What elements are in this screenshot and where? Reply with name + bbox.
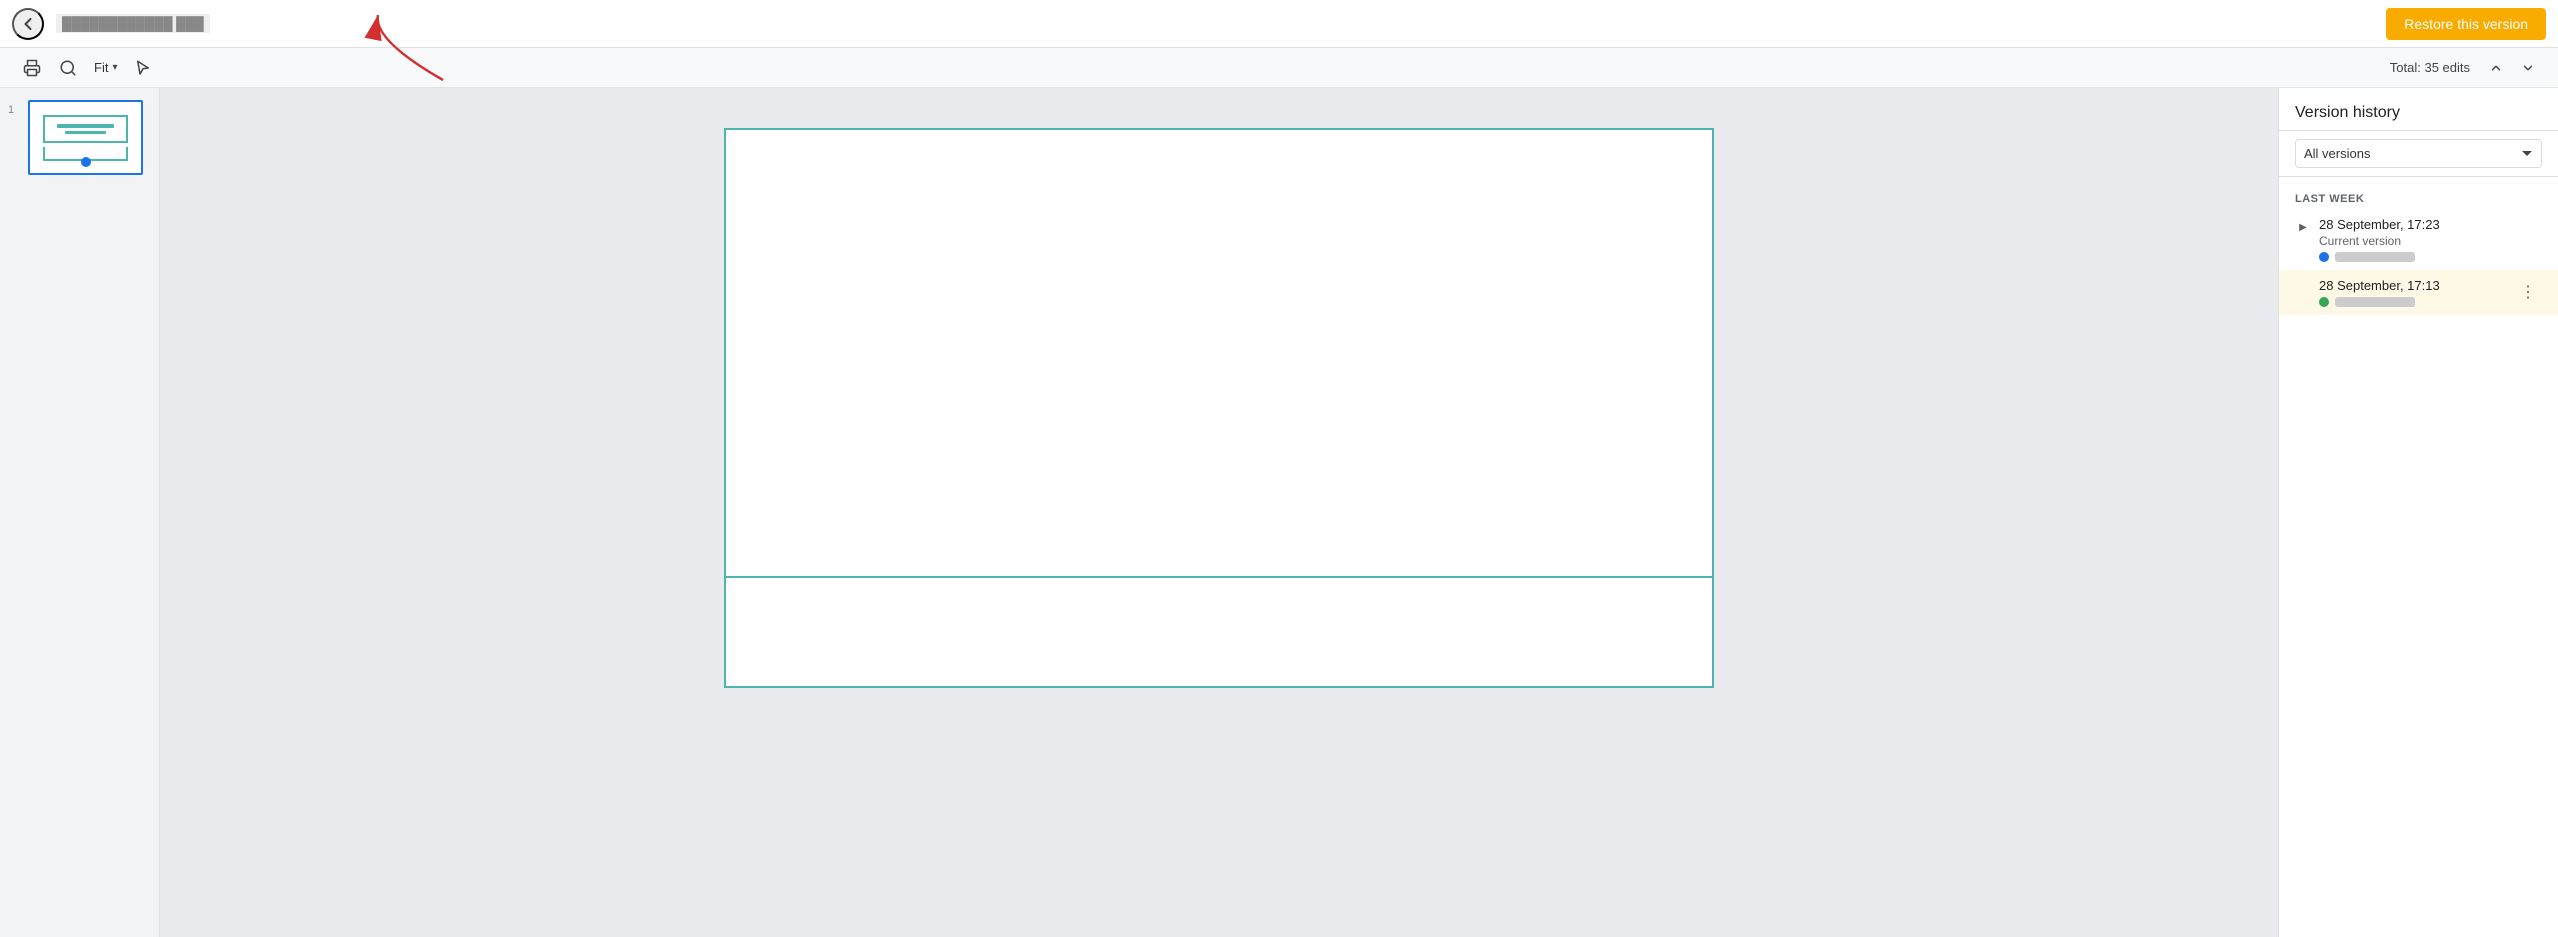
version-item-2[interactable]: ▶ 28 September, 17:13 ⋮ [2279, 270, 2558, 315]
version-group-label: LAST WEEK [2279, 185, 2558, 209]
version-user-row-2 [2319, 297, 2440, 307]
slide-panel: 1 [0, 88, 160, 937]
user-name-blur-2 [2335, 297, 2415, 307]
user-name-blur-1 [2335, 252, 2415, 262]
top-bar: ████████████ ███ Restore this version [0, 0, 2558, 48]
slide-thumbnail-wrapper: 1 [8, 100, 151, 175]
slide-canvas [724, 128, 1714, 688]
version-item-left-1: ▶ 28 September, 17:23 Current version [2295, 217, 2440, 262]
slide-thumb-dot [81, 157, 91, 167]
version-sublabel-1: Current version [2319, 234, 2440, 248]
version-panel: Version history All versions Named versi… [2278, 88, 2558, 937]
version-expand-icon-1[interactable]: ▶ [2295, 219, 2311, 235]
version-date-1: 28 September, 17:23 [2319, 217, 2440, 232]
cursor-button[interactable] [127, 52, 159, 84]
toolbar: Fit ▾ Total: 35 edits [0, 48, 2558, 88]
version-user-row-1 [2319, 252, 2440, 262]
slide-number: 1 [8, 100, 22, 116]
nav-down-button[interactable] [2514, 54, 2542, 82]
version-info-2: 28 September, 17:13 [2319, 278, 2440, 307]
version-item-left-2: ▶ 28 September, 17:13 [2295, 278, 2440, 307]
user-dot-1 [2319, 252, 2329, 262]
slide-bottom-section [724, 578, 1714, 688]
back-button[interactable] [12, 8, 44, 40]
canvas-area [160, 88, 2278, 937]
slide-top-section [724, 128, 1714, 578]
slide-thumbnail[interactable] [28, 100, 143, 175]
version-filter: All versions Named versions [2279, 131, 2558, 177]
version-panel-title: Version history [2279, 88, 2558, 131]
version-more-button-2[interactable]: ⋮ [2514, 278, 2542, 306]
version-filter-select[interactable]: All versions Named versions [2295, 139, 2542, 168]
zoom-value: Fit [94, 60, 108, 75]
main-content: 1 Version history [0, 88, 2558, 937]
version-date-2: 28 September, 17:13 [2319, 278, 2440, 293]
total-edits-label: Total: 35 edits [2390, 60, 2470, 75]
restore-button[interactable]: Restore this version [2386, 8, 2546, 40]
nav-up-button[interactable] [2482, 54, 2510, 82]
version-list: LAST WEEK ▶ 28 September, 17:23 Current … [2279, 177, 2558, 937]
user-dot-2 [2319, 297, 2329, 307]
zoom-chevron-icon: ▾ [112, 62, 117, 73]
version-item-1[interactable]: ▶ 28 September, 17:23 Current version [2279, 209, 2558, 270]
file-name: ████████████ ███ [56, 14, 210, 33]
zoom-dropdown[interactable]: Fit ▾ [88, 56, 123, 79]
file-name-area: ████████████ ███ [56, 14, 2374, 33]
version-info-1: 28 September, 17:23 Current version [2319, 217, 2440, 262]
print-button[interactable] [16, 52, 48, 84]
zoom-icon-button[interactable] [52, 52, 84, 84]
